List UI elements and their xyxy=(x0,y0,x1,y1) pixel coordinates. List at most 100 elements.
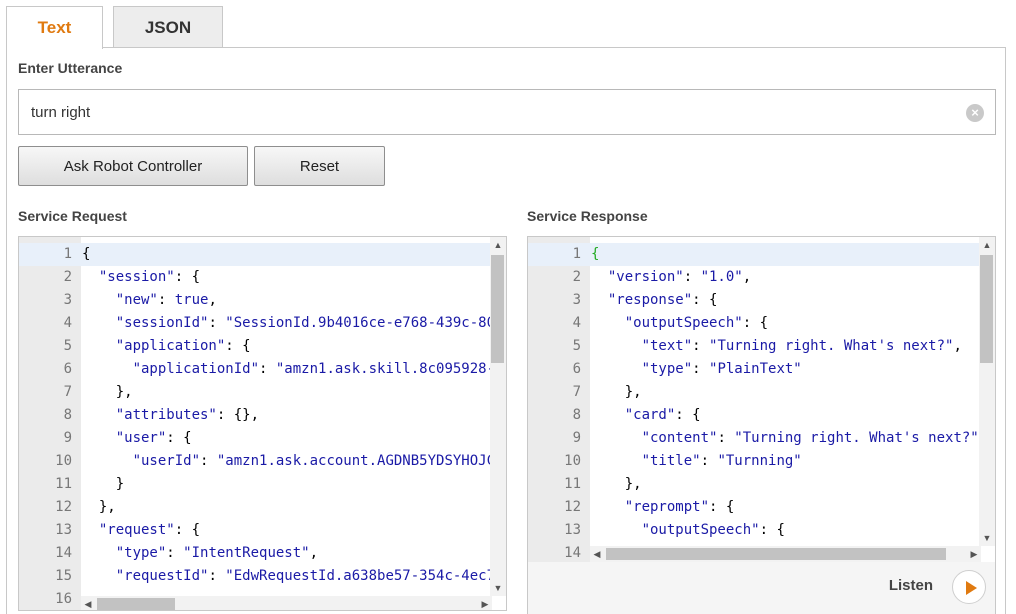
line-number: 5 xyxy=(63,338,72,354)
code-line[interactable]: 3 "response": { xyxy=(528,289,979,312)
code-text: "sessionId": "SessionId.9b4016ce-e768-43… xyxy=(115,315,504,331)
code-line[interactable]: 4 "outputSpeech": { xyxy=(528,312,979,335)
scroll-down-arrow-icon[interactable]: ▼ xyxy=(491,580,505,596)
line-number: 9 xyxy=(63,430,72,446)
code-text: "request": { xyxy=(98,522,201,538)
line-number: 2 xyxy=(572,269,581,285)
tab-json[interactable]: JSON xyxy=(113,6,223,48)
line-number: 7 xyxy=(572,384,581,400)
code-line[interactable]: 12 "reprompt": { xyxy=(528,496,979,519)
code-line[interactable]: 4 "sessionId": "SessionId.9b4016ce-e768-… xyxy=(19,312,504,335)
code-line[interactable]: 9 "content": "Turning right. What's next… xyxy=(528,427,988,450)
code-line[interactable]: 7 }, xyxy=(528,381,979,404)
line-number: 12 xyxy=(564,499,581,515)
request-horizontal-scrollbar[interactable]: ◀ ▶ xyxy=(81,596,492,610)
code-text: }, xyxy=(82,384,133,400)
utterance-input[interactable] xyxy=(31,90,951,134)
code-text: "application": { xyxy=(115,338,251,354)
code-text: "requestId": "EdwRequestId.a638be57-354c… xyxy=(115,568,504,584)
code-text: }, xyxy=(82,499,116,515)
code-line[interactable]: 14 "type": "IntentRequest", xyxy=(19,542,490,565)
code-line[interactable]: 3 "new": true, xyxy=(19,289,490,312)
line-number: 6 xyxy=(63,361,72,377)
line-number: 5 xyxy=(572,338,581,354)
request-vertical-thumb[interactable] xyxy=(491,255,504,363)
code-line[interactable]: 15 "requestId": "EdwRequestId.a638be57-3… xyxy=(19,565,503,588)
line-number: 11 xyxy=(564,476,581,492)
service-request-editor[interactable]: 1{2 "session": {3 "new": true, 4 "session… xyxy=(18,236,507,611)
scroll-left-arrow-icon[interactable]: ◀ xyxy=(590,546,604,562)
scroll-down-arrow-icon[interactable]: ▼ xyxy=(980,530,994,546)
response-horizontal-scrollbar[interactable]: ◀ ▶ xyxy=(590,546,981,562)
code-text: "userId": "amzn1.ask.account.AGDNB5YDSYH… xyxy=(132,453,504,469)
request-horizontal-thumb[interactable] xyxy=(97,598,175,610)
code-line[interactable]: 2 "version": "1.0", xyxy=(528,266,979,289)
code-text: } xyxy=(82,476,125,492)
utterance-field: × xyxy=(18,89,996,135)
code-line[interactable]: 2 "session": { xyxy=(19,266,490,289)
code-text: }, xyxy=(591,384,642,400)
code-text: "new": true, xyxy=(115,292,217,308)
scroll-right-arrow-icon[interactable]: ▶ xyxy=(478,596,492,610)
line-number: 4 xyxy=(63,315,72,331)
code-text: "outputSpeech": { xyxy=(624,315,769,331)
scroll-left-arrow-icon[interactable]: ◀ xyxy=(81,596,95,610)
clear-circle-icon[interactable]: × xyxy=(966,104,984,122)
request-vertical-scrollbar[interactable]: ▲ ▼ xyxy=(490,237,506,596)
service-response-label: Service Response xyxy=(527,208,648,224)
line-number: 14 xyxy=(564,545,581,561)
code-line[interactable]: 10 "userId": "amzn1.ask.account.AGDNB5YD… xyxy=(19,450,503,473)
line-number: 3 xyxy=(63,292,72,308)
ask-robot-controller-button[interactable]: Ask Robot Controller xyxy=(18,146,248,186)
code-line[interactable]: 10 "title": "Turnning" xyxy=(528,450,979,473)
code-line[interactable]: 13 "outputSpeech": { xyxy=(528,519,979,542)
code-line[interactable]: 12 }, xyxy=(19,496,490,519)
code-text: "text": "Turning right. What's next?", xyxy=(641,338,962,354)
code-text: }, xyxy=(591,476,642,492)
code-line[interactable]: 5 "text": "Turning right. What's next?", xyxy=(528,335,979,358)
code-line[interactable]: 8 "attributes": {}, xyxy=(19,404,490,427)
code-line[interactable]: 9 "user": { xyxy=(19,427,490,450)
code-line[interactable]: 11 }, xyxy=(528,473,979,496)
line-number: 14 xyxy=(55,545,72,561)
code-line[interactable]: 6 "type": "PlainText" xyxy=(528,358,979,381)
code-line[interactable]: 1{ xyxy=(528,243,979,266)
code-line[interactable]: 8 "card": { xyxy=(528,404,979,427)
code-line[interactable]: 11 } xyxy=(19,473,490,496)
code-line[interactable]: 1{ xyxy=(19,243,490,266)
line-number: 10 xyxy=(564,453,581,469)
line-number: 16 xyxy=(55,591,72,607)
response-vertical-scrollbar[interactable]: ▲ ▼ xyxy=(979,237,995,546)
service-request-label: Service Request xyxy=(18,208,127,224)
code-line[interactable]: 7 }, xyxy=(19,381,490,404)
scroll-up-arrow-icon[interactable]: ▲ xyxy=(491,237,505,253)
reset-button[interactable]: Reset xyxy=(254,146,385,186)
code-line[interactable]: 13 "request": { xyxy=(19,519,490,542)
line-number: 11 xyxy=(55,476,72,492)
line-number: 15 xyxy=(55,568,72,584)
text-panel: Enter Utterance × Ask Robot Controller R… xyxy=(6,47,1006,614)
listen-bar: Listen xyxy=(527,562,996,614)
code-text: "response": { xyxy=(607,292,718,308)
listen-label: Listen xyxy=(888,577,933,594)
code-text: "applicationId": "amzn1.ask.skill.8c0959… xyxy=(132,361,504,377)
scroll-right-arrow-icon[interactable]: ▶ xyxy=(967,546,981,562)
line-number: 13 xyxy=(55,522,72,538)
code-text: "title": "Turnning" xyxy=(641,453,802,469)
code-text: "type": "IntentRequest", xyxy=(115,545,319,561)
response-horizontal-thumb[interactable] xyxy=(606,548,946,560)
service-response-editor[interactable]: 1{2 "version": "1.0", 3 "response": {4 "o… xyxy=(527,236,996,563)
listen-play-button[interactable] xyxy=(952,570,986,604)
line-number: 4 xyxy=(572,315,581,331)
code-text: "attributes": {}, xyxy=(115,407,260,423)
tab-text[interactable]: Text xyxy=(6,6,103,49)
line-number: 10 xyxy=(55,453,72,469)
line-number: 8 xyxy=(572,407,581,423)
code-text: "outputSpeech": { xyxy=(641,522,785,538)
scroll-up-arrow-icon[interactable]: ▲ xyxy=(980,237,994,253)
code-line[interactable]: 6 "applicationId": "amzn1.ask.skill.8c09… xyxy=(19,358,504,381)
response-vertical-thumb[interactable] xyxy=(980,255,993,363)
code-text: "reprompt": { xyxy=(624,499,735,515)
code-line[interactable]: 5 "application": { xyxy=(19,335,490,358)
code-text: "version": "1.0", xyxy=(607,269,752,285)
